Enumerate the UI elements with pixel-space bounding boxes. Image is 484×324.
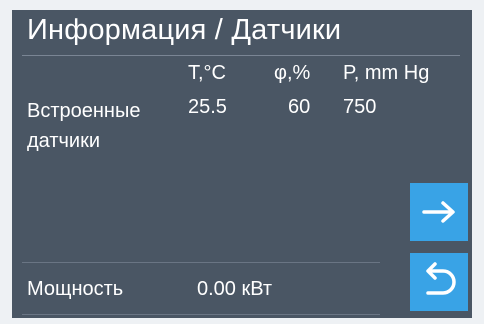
column-header-humidity: φ,% [274,62,311,84]
pressure-value: 750 [343,96,377,118]
column-header-pressure: P, mm Hg [343,62,430,84]
next-button[interactable] [410,183,468,241]
return-icon [426,262,456,295]
column-header-temperature: T,°C [188,62,226,84]
power-divider-bottom [22,314,380,315]
sensor-info-screen: Информация / Датчики T,°C φ,% P, mm Hg В… [12,10,472,318]
humidity-value: 60 [288,96,311,118]
builtin-sensors-label: Встроенные датчики [27,100,141,152]
power-label: Мощность [27,278,124,300]
page-title: Информация / Датчики [27,14,342,46]
temperature-value: 25.5 [188,96,227,118]
power-value: 0.00 кВт [197,278,273,300]
power-divider-top [22,262,380,263]
title-divider [22,55,460,56]
arrow-right-icon [422,201,455,223]
back-button[interactable] [410,253,468,311]
